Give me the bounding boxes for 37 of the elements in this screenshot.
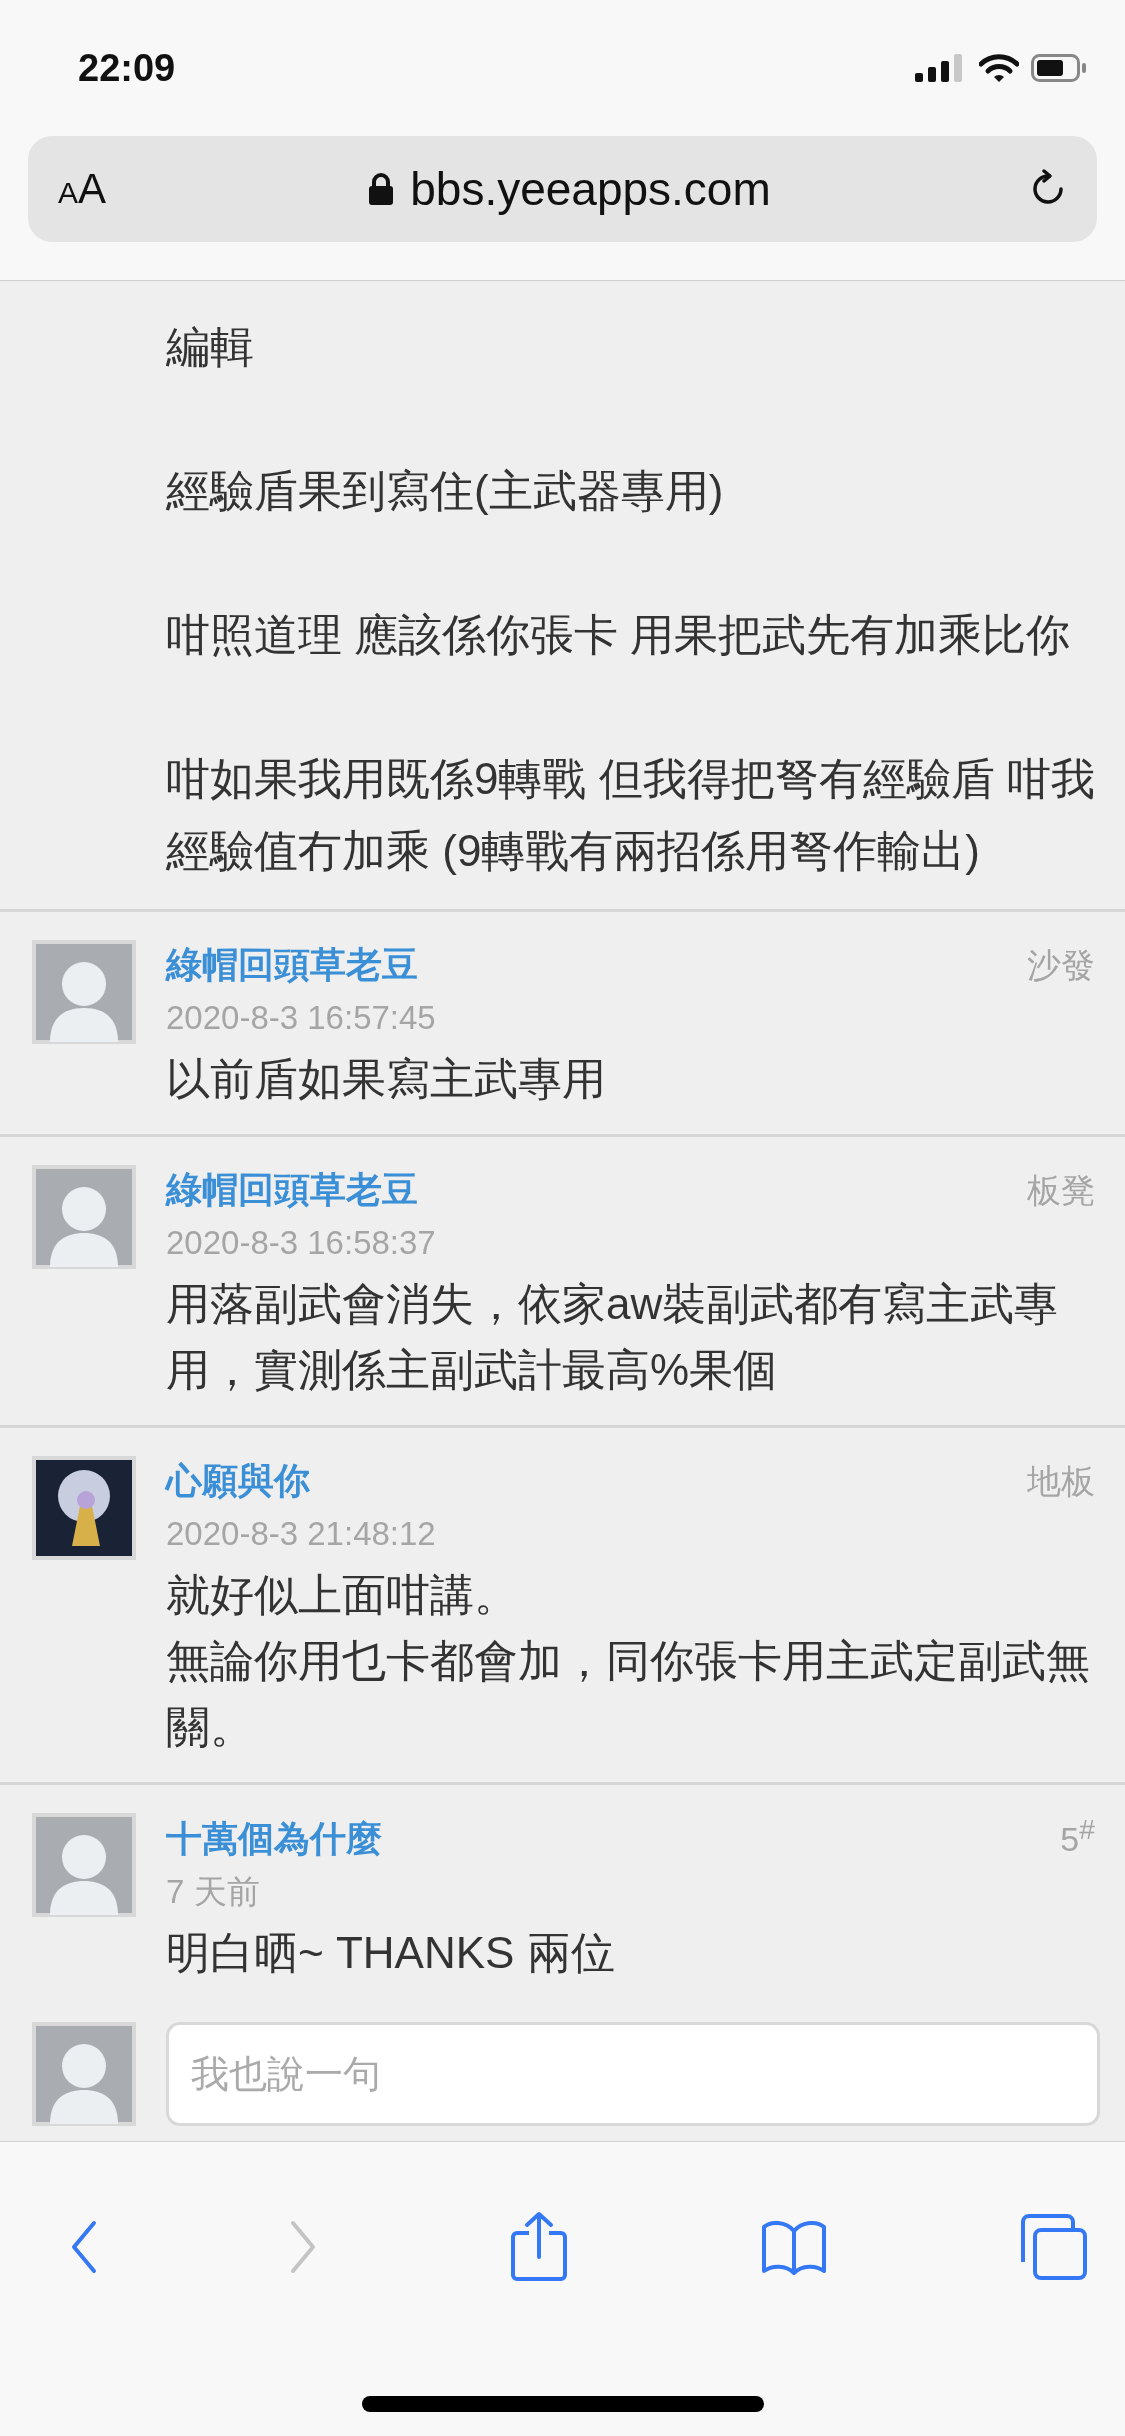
username-link[interactable]: 綠帽回頭草老豆	[166, 1165, 418, 1215]
text-size-button[interactable]: AA	[58, 165, 148, 213]
tabs-icon[interactable]	[1019, 2212, 1089, 2282]
floor-label: 板凳	[1027, 1170, 1095, 1211]
back-icon[interactable]	[70, 2219, 98, 2275]
wifi-icon	[979, 53, 1019, 83]
post-text: 無論你用乜卡都會加，同你張卡用主武定副武無關。	[166, 1635, 1091, 1753]
post-text: 咁照道理 應該係你張卡 用果把武先有加乘比你	[166, 609, 1072, 661]
post-time: 2020-8-3 16:57:45	[166, 998, 437, 1038]
status-time: 22:09	[78, 46, 176, 90]
username-link[interactable]: 心願與你	[166, 1456, 310, 1506]
post-time: 2020-8-3 16:58:37	[166, 1223, 437, 1263]
post-text: 用落副武會消失，依家aw裝副武都有寫主武專用，實測係主副武計最高%果個	[166, 1278, 1060, 1396]
username-link[interactable]: 綠帽回頭草老豆	[166, 940, 418, 990]
lock-icon	[368, 172, 395, 206]
post-time: 2020-8-3 21:48:12	[166, 1514, 437, 1554]
post-text: 以前盾如果寫主武專用	[166, 1053, 607, 1105]
post-text: 咁如果我用既係9轉戰 但我得把弩有經驗盾 咁我經驗值冇加乘 (9轉戰有兩招係用弩作輸出)	[166, 753, 1095, 877]
floor-label: 5$^{#}$	[1060, 1813, 1095, 1860]
post-text: 明白晒~ THANKS 兩位	[166, 1927, 616, 1980]
address-bar[interactable]: AA bbs.yeeapps.com	[28, 136, 1097, 242]
floor-label: 地板	[1027, 1461, 1095, 1502]
post-text: 就好似上面咁講。	[166, 1569, 519, 1621]
post-time: 7 天前	[166, 1872, 261, 1913]
url-text: bbs.yeeapps.com	[410, 162, 771, 216]
battery-icon	[1031, 54, 1087, 82]
floor-label: 沙發	[1027, 945, 1095, 986]
avatar-silhouette-icon[interactable]	[32, 940, 136, 1044]
avatar-silhouette-icon[interactable]	[32, 2022, 136, 2126]
avatar-silhouette-icon[interactable]	[32, 1813, 136, 1917]
avatar-picture-icon[interactable]	[32, 1456, 136, 1560]
reply-input-field[interactable]: 我也說一句	[166, 2022, 1100, 2126]
post-text: 經驗盾果到寫住(主武器專用)	[166, 465, 725, 517]
avatar-silhouette-icon[interactable]	[32, 1165, 136, 1269]
post-text: 編輯	[166, 321, 255, 373]
username-link[interactable]: 十萬個為什麼	[166, 1814, 382, 1865]
share-icon[interactable]	[508, 2211, 569, 2283]
